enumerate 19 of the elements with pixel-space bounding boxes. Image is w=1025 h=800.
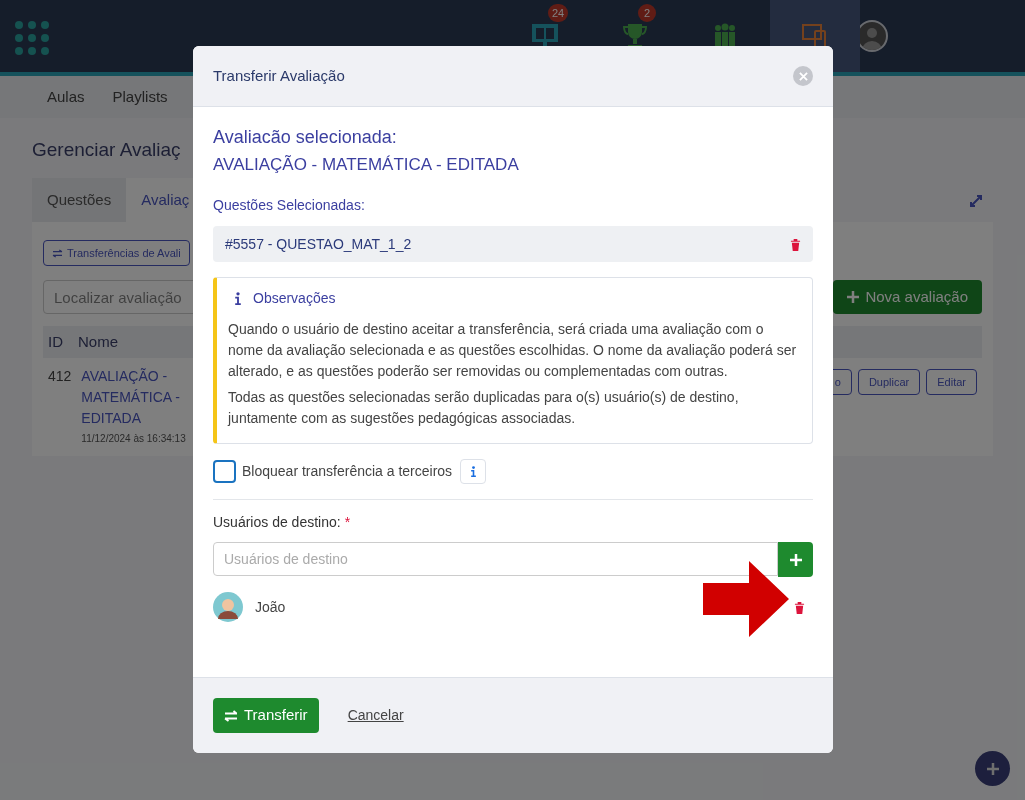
- column-header: Nome: [78, 331, 118, 352]
- notification-badge: 2: [638, 4, 656, 22]
- notes-paragraph: Quando o usuário de destino aceitar a transferência, será criada uma avaliação com o nome da avaliação selecionada e as questões escolhidas. O nome da avaliação poderá ser alterado, e as questões poderão ser removidas ou complementadas com outras.: [228, 320, 798, 381]
- question-item: #5557 - QUESTAO_MAT_1_2: [225, 234, 412, 254]
- field-label: Usuários de destino:: [213, 513, 341, 532]
- section-label: Questões Selecionadas:: [213, 196, 366, 215]
- table-cell-text: 412: [48, 367, 72, 386]
- section-heading: Avaliacão selecionada:: [213, 126, 398, 149]
- notes-paragraph: Todas as questões selecionadas serão duplicadas para o(s) usuário(s) de destino, juntamente com as sugestões pedagógicas associadas.: [228, 388, 740, 428]
- date-text: 11/12/2024 às 16:34:13: [81, 432, 187, 446]
- assessment-name: AVALIAÇÃO - MATEMÁTICA - EDITADA: [213, 154, 520, 176]
- user-name: João: [255, 597, 286, 617]
- notes-title: Observações: [253, 289, 336, 308]
- required-mark: *: [344, 513, 351, 532]
- notification-badge: 24: [548, 4, 569, 22]
- checkbox-label: Bloquear transferência a terceiros: [242, 462, 453, 481]
- page-title: Gerenciar Avaliaç: [32, 138, 181, 158]
- column-header: ID: [48, 331, 63, 352]
- modal-title: Transferir Avaliação: [213, 65, 345, 86]
